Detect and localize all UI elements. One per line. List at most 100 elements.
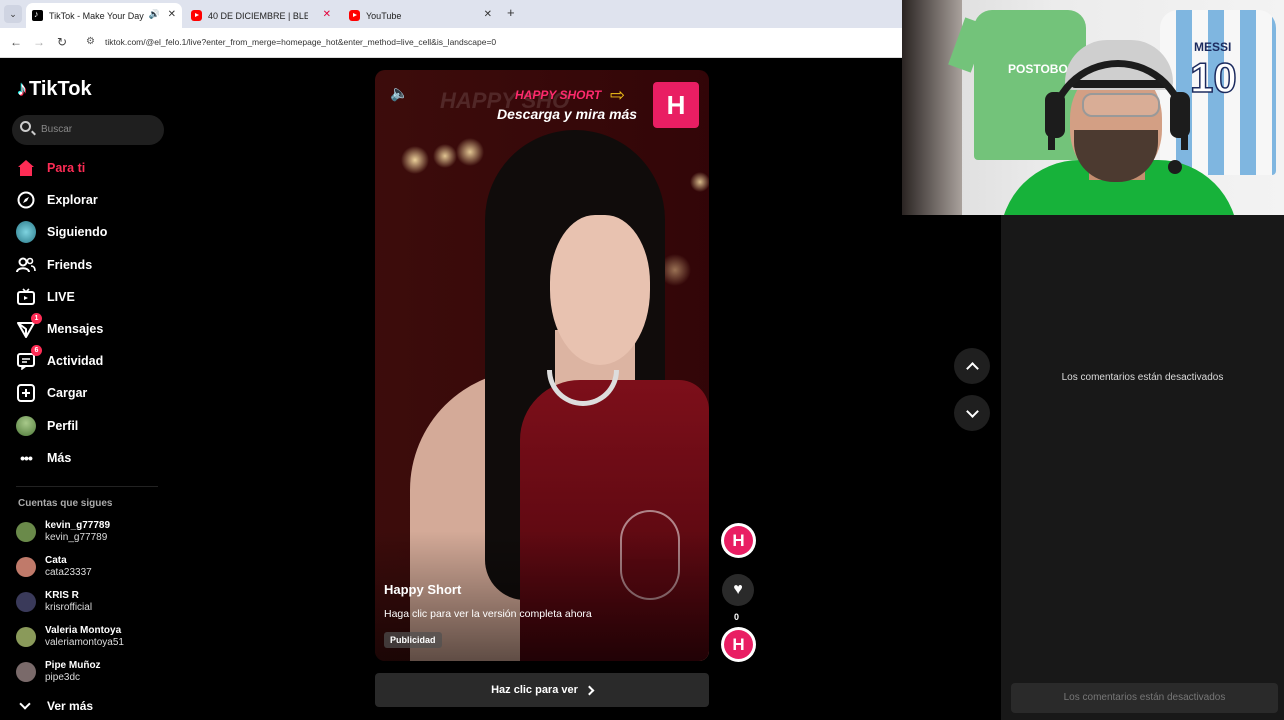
sidebar-item-explorar[interactable]: Explorar (16, 189, 98, 211)
creator-avatar-button[interactable]: H (721, 523, 756, 558)
see-more-button[interactable]: Ver más (18, 698, 94, 713)
back-arrow-icon[interactable]: ← (10, 35, 22, 49)
following-section-title: Cuentas que sigues (18, 498, 113, 509)
next-video-button[interactable] (954, 395, 990, 431)
notification-badge: 1 (31, 313, 42, 324)
tab-search-button[interactable]: ⌄ (4, 5, 22, 23)
browser-tab-bar: ⌄ TikTok - Make Your Day 🔊 ✕ 40 DE DICIE… (0, 0, 902, 28)
followed-account[interactable]: Valeria Montoya valeriamontoya51 (16, 622, 124, 652)
avatar (16, 662, 36, 682)
like-button[interactable]: ♥ (722, 574, 754, 606)
see-more-label: Ver más (47, 699, 94, 713)
promo-title: HAPPY SHORT (515, 88, 602, 102)
tab-title: TikTok - Make Your Day (49, 10, 144, 21)
jersey-name-text: MESSI (1194, 40, 1232, 54)
activity-icon: 6 (16, 345, 42, 371)
profile-avatar-icon (16, 416, 36, 436)
headset-mic-icon (1168, 160, 1182, 174)
new-tab-button[interactable]: + (507, 5, 515, 20)
app-link-button[interactable]: H (721, 627, 756, 662)
followed-account[interactable]: KRIS R krisrofficial (16, 587, 92, 617)
video-player[interactable]: 🔈 HAPPY SHO HAPPY SHORT ⇨ Descarga y mir… (375, 70, 709, 661)
webcam-door (902, 0, 962, 215)
sidebar-item-label: Perfil (47, 419, 79, 433)
notification-badge: 6 (31, 345, 42, 356)
close-tab-icon[interactable]: ✕ (323, 9, 331, 20)
tiktok-icon (32, 9, 43, 21)
tab-title: 40 DE DICIEMBRE | BLESSD (208, 10, 308, 21)
sidebar-item-siguiendo[interactable]: Siguiendo (16, 221, 107, 243)
account-handle: valeriamontoya51 (45, 637, 124, 648)
send-icon: 1 (16, 313, 42, 339)
sidebar-item-mensajes[interactable]: 1 Mensajes (16, 313, 104, 340)
url-field[interactable]: tiktok.com/@el_felo.1/live?enter_from_me… (105, 37, 496, 47)
account-handle: kevin_g77789 (45, 532, 108, 543)
followed-account[interactable]: Pipe Muñoz pipe3dc (16, 657, 101, 687)
video-author[interactable]: Happy Short (384, 582, 461, 597)
sidebar-item-cargar[interactable]: Cargar (16, 382, 87, 404)
following-avatar-icon (16, 221, 36, 243)
followed-account[interactable]: kevin_g77789 kevin_g77789 (16, 517, 110, 547)
sidebar-item-label: LIVE (47, 290, 75, 304)
search-input[interactable]: Buscar (12, 115, 164, 145)
sidebar-item-mas[interactable]: ••• Más (16, 447, 71, 469)
sidebar-item-label: Friends (47, 258, 93, 272)
home-icon (16, 158, 36, 178)
address-bar: ← → ↻ ⚙ tiktok.com/@el_felo.1/live?enter… (0, 28, 902, 58)
friends-icon (16, 255, 36, 275)
sidebar-item-label: Mensajes (47, 322, 104, 336)
followed-account[interactable]: Cata cata23337 (16, 552, 92, 582)
happy-short-logo: H (724, 630, 753, 659)
watch-cta-button[interactable]: Haz clic para ver (375, 673, 709, 707)
reload-icon[interactable]: ↻ (57, 35, 67, 49)
headset-ear-left (1045, 92, 1065, 138)
site-settings-icon[interactable]: ⚙ (86, 36, 95, 47)
sidebar-item-label: Cargar (47, 386, 88, 400)
comments-panel: Los comentarios están desactivados Los c… (1001, 215, 1284, 720)
sidebar-item-actividad[interactable]: 6 Actividad (16, 345, 104, 372)
sidebar-divider (16, 486, 158, 487)
account-name: Cata (45, 555, 67, 566)
account-name: kevin_g77789 (45, 520, 111, 531)
tab-title: YouTube (366, 10, 402, 21)
avatar (16, 522, 36, 542)
previous-video-button[interactable] (954, 348, 990, 384)
tab-tiktok[interactable]: TikTok - Make Your Day 🔊 ✕ (26, 3, 182, 28)
youtube-icon (191, 10, 202, 21)
close-tab-icon[interactable]: ✕ (168, 9, 176, 20)
arrow-right-icon: ⇨ (610, 85, 626, 105)
chevron-down-icon (965, 404, 979, 418)
tiktok-logo[interactable]: ♪ TikTok (17, 78, 92, 101)
heart-icon: ♥ (733, 581, 743, 598)
account-name: Valeria Montoya (45, 625, 122, 636)
youtube-icon (349, 10, 360, 21)
speaker-icon[interactable]: 🔊 (149, 9, 160, 20)
sidebar-item-para-ti[interactable]: Para ti (16, 157, 85, 179)
logo-text: TikTok (29, 78, 92, 100)
tab-40-de-diciembre[interactable]: 40 DE DICIEMBRE | BLESSD ✕ (185, 3, 337, 28)
video-description: Haga clic para ver la versión completa a… (384, 608, 592, 620)
sidebar-item-label: Para ti (47, 161, 86, 175)
screen: ⌄ TikTok - Make Your Day 🔊 ✕ 40 DE DICIE… (0, 0, 1284, 720)
sidebar-item-perfil[interactable]: Perfil (16, 415, 78, 437)
volume-icon[interactable]: 🔈 (390, 84, 409, 102)
headset-ear-right (1170, 92, 1190, 138)
sidebar-item-label: Siguiendo (47, 225, 108, 239)
account-name: Pipe Muñoz (45, 660, 101, 671)
sidebar-item-live[interactable]: LIVE (16, 286, 75, 308)
video-figure-face (550, 215, 650, 365)
account-handle: krisrofficial (45, 602, 93, 613)
close-tab-icon[interactable]: ✕ (484, 9, 492, 20)
sidebar-item-friends[interactable]: Friends (16, 254, 92, 276)
happy-short-logo: H (653, 82, 699, 128)
avatar (16, 557, 36, 577)
avatar (16, 592, 36, 612)
sidebar: ♪ TikTok Buscar Para ti Explorar Siguien… (0, 58, 175, 720)
tiktok-note-icon: ♪ (17, 78, 27, 100)
account-name: KRIS R (45, 590, 79, 601)
forward-arrow-icon[interactable]: → (33, 35, 45, 49)
tab-youtube[interactable]: YouTube ✕ (343, 3, 498, 28)
webcam-overlay: POSTOBON MESSI 10 (902, 0, 1284, 215)
sidebar-item-label: Explorar (47, 193, 98, 207)
sidebar-item-label: Actividad (47, 354, 104, 368)
